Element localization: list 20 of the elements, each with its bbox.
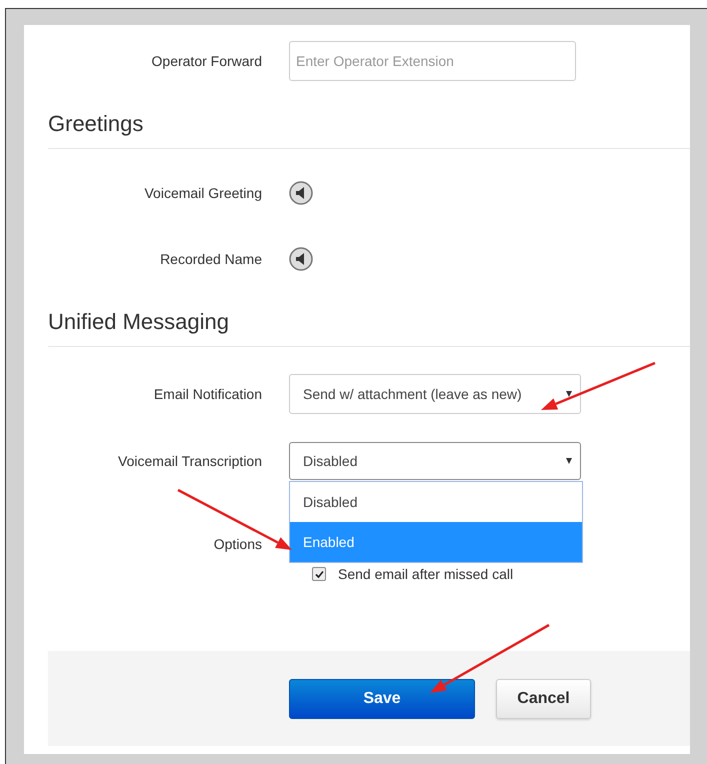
field-label: Email Notification bbox=[152, 386, 262, 402]
field-label: Voicemail Transcription bbox=[117, 453, 262, 469]
field-label: Recorded Name bbox=[159, 251, 262, 267]
caret-icon bbox=[566, 458, 572, 464]
cancel-button[interactable]: Cancel bbox=[496, 678, 591, 718]
check-icon bbox=[314, 570, 324, 578]
checkbox[interactable] bbox=[312, 567, 326, 581]
operator-extension-field[interactable]: Enter Operator Extension bbox=[289, 41, 576, 81]
field-label: Voicemail Greeting bbox=[143, 185, 262, 201]
checkbox-label: Send email after missed call bbox=[338, 566, 514, 582]
field-label: Options bbox=[212, 536, 262, 552]
save-button[interactable]: Save bbox=[289, 678, 475, 718]
section-title: Unified Messaging bbox=[48, 309, 229, 335]
section-title: Greetings bbox=[48, 111, 144, 137]
transcription-select[interactable]: Disabled bbox=[289, 442, 581, 480]
email-notification-select[interactable]: Send w/ attachment (leave as new) bbox=[289, 374, 581, 414]
field-label: Operator Forward bbox=[150, 53, 262, 69]
caret-icon bbox=[566, 391, 572, 397]
speaker-icon[interactable] bbox=[289, 247, 313, 271]
speaker-icon[interactable] bbox=[289, 181, 313, 205]
